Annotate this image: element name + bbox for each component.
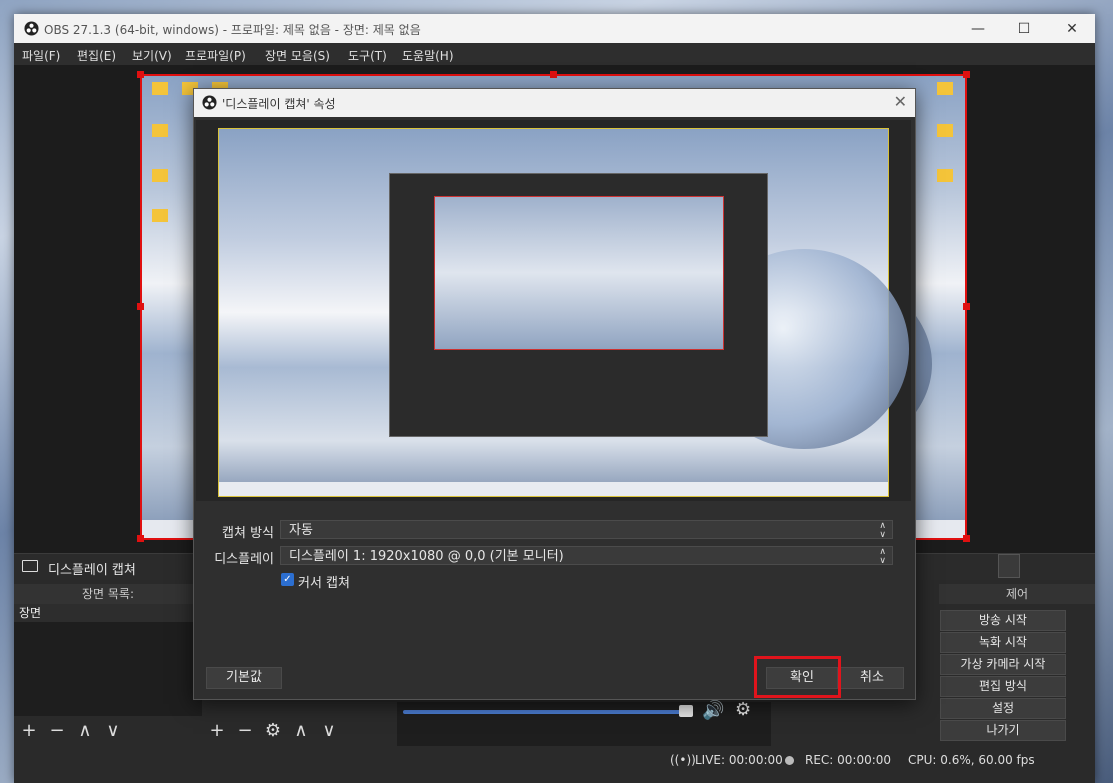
capture-cursor-label: 커서 캡쳐 (298, 576, 350, 591)
capture-method-value: 자동 (289, 523, 313, 538)
nested-obs-window (389, 173, 768, 437)
rec-icon (785, 756, 794, 765)
audio-mixer: 🔊 ⚙ (397, 699, 771, 746)
spinner-arrows-icon: ∧ ∨ (879, 521, 886, 540)
display-select[interactable]: 디스플레이 1: 1920x1080 @ 0,0 (기본 모니터) ∧ ∨ (280, 546, 893, 566)
remove-icon[interactable]: − (48, 722, 66, 740)
scenes-dock-title: 장면 목록: (14, 584, 202, 604)
live-time: LIVE: 00:00:00 (695, 753, 783, 767)
source-preview (196, 120, 911, 501)
defaults-button[interactable]: 기본값 (206, 667, 282, 689)
resize-handle[interactable] (137, 535, 144, 542)
resize-handle[interactable] (137, 71, 144, 78)
volume-slider[interactable] (403, 710, 689, 714)
status-bar: ((•)) LIVE: 00:00:00 REC: 00:00:00 CPU: … (14, 747, 1095, 771)
settings-button[interactable]: 설정 (940, 698, 1066, 719)
cancel-button[interactable]: 취소 (840, 667, 904, 689)
scene-item[interactable]: 장면 (14, 604, 202, 622)
resize-handle[interactable] (963, 303, 970, 310)
monitor-icon (22, 560, 38, 572)
obs-logo-icon (202, 95, 217, 110)
dialog-title-bar: '디스플레이 캡쳐' 속성 ✕ (194, 89, 915, 117)
window-title: OBS 27.1.3 (64-bit, windows) - 프로파일: 제목 … (44, 23, 421, 37)
move-down-icon[interactable]: ∨ (320, 722, 338, 740)
start-streaming-button[interactable]: 방송 시작 (940, 610, 1066, 631)
capture-method-select[interactable]: 자동 ∧ ∨ (280, 520, 893, 540)
spinner-arrows-icon: ∧ ∨ (879, 547, 886, 566)
speaker-icon[interactable]: 🔊 (702, 700, 724, 721)
cpu-fps: CPU: 0.6%, 60.00 fps (908, 753, 1035, 767)
nested-preview (434, 196, 724, 350)
resize-handle[interactable] (550, 71, 557, 78)
preview-taskbar (219, 482, 888, 496)
properties-dialog: '디스플레이 캡쳐' 속성 ✕ 캡쳐 방식 자동 ∧ ∨ 디스플레이 디스플레이 … (193, 88, 916, 700)
dialog-title: '디스플레이 캡쳐' 속성 (222, 97, 336, 111)
capture-method-label: 캡쳐 방식 (222, 526, 274, 541)
display-value: 디스플레이 1: 1920x1080 @ 0,0 (기본 모니터) (289, 549, 564, 564)
controls-panel: 방송 시작 녹화 시작 가상 카메라 시작 편집 방식 설정 나가기 (934, 604, 1095, 749)
menu-tools[interactable]: 도구(T) (348, 47, 387, 64)
add-icon[interactable]: + (20, 722, 38, 740)
menu-file[interactable]: 파일(F) (22, 47, 60, 64)
scenes-toolbar: + − ∧ ∨ (20, 718, 200, 744)
selected-source-label: 디스플레이 캡쳐 (48, 563, 136, 578)
menu-help[interactable]: 도움말(H) (402, 47, 454, 64)
dialog-close-button[interactable]: ✕ (894, 92, 907, 111)
resize-handle[interactable] (963, 535, 970, 542)
resize-handle[interactable] (137, 303, 144, 310)
close-button[interactable]: ✕ (1049, 14, 1095, 43)
menu-view[interactable]: 보기(V) (132, 47, 172, 64)
menu-profile[interactable]: 프로파일(P) (185, 47, 246, 64)
controls-dock-title: 제어 (939, 584, 1095, 604)
gear-icon[interactable]: ⚙ (735, 699, 751, 720)
live-icon: ((•)) (670, 753, 696, 767)
move-up-icon[interactable]: ∧ (76, 722, 94, 740)
minimize-button[interactable]: — (955, 14, 1001, 43)
exit-button[interactable]: 나가기 (940, 720, 1066, 741)
gear-icon[interactable]: ⚙ (264, 722, 282, 740)
ok-button-highlight (754, 656, 841, 698)
start-virtual-camera-button[interactable]: 가상 카메라 시작 (940, 654, 1066, 675)
sources-toolbar: + − ⚙ ∧ ∨ (208, 718, 388, 744)
move-up-icon[interactable]: ∧ (292, 722, 310, 740)
menu-edit[interactable]: 편집(E) (77, 47, 116, 64)
start-recording-button[interactable]: 녹화 시작 (940, 632, 1066, 653)
remove-icon[interactable]: − (236, 722, 254, 740)
maximize-button[interactable]: ☐ (1001, 14, 1047, 43)
studio-mode-button[interactable]: 편집 방식 (940, 676, 1066, 697)
menu-scene-collection[interactable]: 장면 모음(S) (265, 47, 330, 64)
title-bar: OBS 27.1.3 (64-bit, windows) - 프로파일: 제목 … (14, 14, 1095, 43)
captured-display-preview (218, 128, 909, 497)
move-down-icon[interactable]: ∨ (104, 722, 122, 740)
display-label: 디스플레이 (214, 552, 274, 567)
obs-logo-icon (24, 21, 39, 36)
display-select-spinner[interactable] (998, 554, 1020, 578)
rec-time: REC: 00:00:00 (805, 753, 892, 767)
volume-slider-knob[interactable] (679, 705, 693, 717)
capture-cursor-checkbox[interactable]: ✓ (281, 573, 294, 586)
add-icon[interactable]: + (208, 722, 226, 740)
resize-handle[interactable] (963, 71, 970, 78)
menu-bar: 파일(F) 편집(E) 보기(V) 프로파일(P) 장면 모음(S) 도구(T)… (14, 43, 1095, 65)
scenes-list[interactable]: 장면 (14, 604, 202, 716)
